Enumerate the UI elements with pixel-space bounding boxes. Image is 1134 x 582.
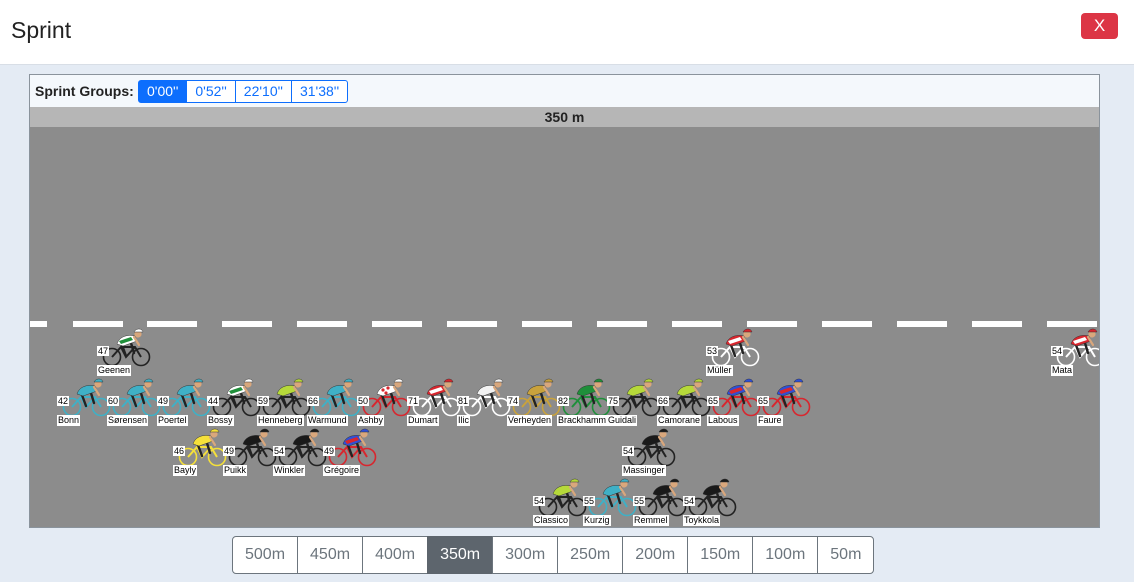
rider-name: Geenen bbox=[97, 365, 132, 376]
rider-name: Faure bbox=[757, 415, 783, 426]
rider-name: Ashby bbox=[357, 415, 385, 426]
rider-name: Dumart bbox=[407, 415, 439, 426]
rider-number: 54 bbox=[683, 496, 696, 506]
rider-number: 44 bbox=[207, 396, 220, 406]
rider-name: Kurzig bbox=[583, 515, 611, 526]
rider-name: Bossy bbox=[207, 415, 234, 426]
rider-name: Grégoire bbox=[323, 465, 361, 476]
rider-name: Verheyden bbox=[507, 415, 553, 426]
rider-number: 50 bbox=[357, 396, 370, 406]
rider-number: 55 bbox=[583, 496, 596, 506]
rider-name: Winkler bbox=[273, 465, 306, 476]
rider-name: Massinger bbox=[622, 465, 666, 476]
road-lane-marking bbox=[972, 321, 1022, 327]
rider-number: 54 bbox=[273, 446, 286, 456]
rider-name: Toykkola bbox=[683, 515, 721, 526]
road-lane-marking bbox=[897, 321, 947, 327]
rider[interactable]: 54 Toykkola bbox=[683, 477, 743, 526]
rider-number: 66 bbox=[657, 396, 670, 406]
rider-name: Mata bbox=[1051, 365, 1074, 376]
rider-name: Classico bbox=[533, 515, 570, 526]
sprint-group-button[interactable]: 0'00'' bbox=[138, 80, 188, 103]
rider-name: Müller bbox=[706, 365, 733, 376]
distance-button[interactable]: 300m bbox=[492, 536, 559, 574]
distance-button[interactable]: 450m bbox=[297, 536, 364, 574]
modal-title: Sprint bbox=[11, 17, 72, 43]
sprint-groups-label: Sprint Groups: bbox=[35, 83, 134, 99]
rider-number: 54 bbox=[533, 496, 546, 506]
sprint-panel: Sprint Groups: 0'00'' 0'52'' 22'10'' 31'38'… bbox=[29, 74, 1100, 528]
road-lane-marking bbox=[822, 321, 872, 327]
distance-button[interactable]: 200m bbox=[622, 536, 689, 574]
distance-header: 350 m bbox=[30, 107, 1099, 127]
distance-button[interactable]: 50m bbox=[817, 536, 875, 574]
rider[interactable]: 49 Grégoire bbox=[323, 427, 383, 476]
rider-number: 46 bbox=[173, 446, 186, 456]
road-lane-marking bbox=[297, 321, 347, 327]
distance-button[interactable]: 400m bbox=[362, 536, 429, 574]
rider-name: Remmel bbox=[633, 515, 669, 526]
rider-number: 74 bbox=[507, 396, 520, 406]
rider-number: 49 bbox=[157, 396, 170, 406]
rider-number: 81 bbox=[457, 396, 470, 406]
rider-number: 55 bbox=[633, 496, 646, 506]
rider-name: Warmund bbox=[307, 415, 348, 426]
rider-number: 49 bbox=[223, 446, 236, 456]
rider[interactable]: 54 Mata bbox=[1051, 327, 1099, 376]
rider-name: Puikk bbox=[223, 465, 248, 476]
rider-number: 66 bbox=[307, 396, 320, 406]
rider-name: Sørensen bbox=[107, 415, 149, 426]
distance-button[interactable]: 100m bbox=[752, 536, 819, 574]
distance-button[interactable]: 350m bbox=[427, 536, 494, 574]
rider[interactable]: 54 Massinger bbox=[622, 427, 682, 476]
rider-number: 53 bbox=[706, 346, 719, 356]
rider[interactable]: 47 Geenen bbox=[97, 327, 157, 376]
road-lane-marking bbox=[30, 321, 47, 327]
sprint-groups-bar: Sprint Groups: 0'00'' 0'52'' 22'10'' 31'38'… bbox=[30, 75, 1099, 107]
rider-number: 65 bbox=[757, 396, 770, 406]
road-lane-marking bbox=[222, 321, 272, 327]
road-lane-marking bbox=[372, 321, 422, 327]
rider-name: Bayly bbox=[173, 465, 198, 476]
rider-name: Ilic bbox=[457, 415, 470, 426]
road-lane-marking bbox=[447, 321, 497, 327]
rider-number: 71 bbox=[407, 396, 420, 406]
rider-number: 65 bbox=[707, 396, 720, 406]
rider-number: 42 bbox=[57, 396, 70, 406]
distance-selector: 500m 450m 400m 350m 300m 250m 200m 150m 100m 50m bbox=[232, 536, 875, 574]
rider[interactable]: 65 Faure bbox=[757, 377, 817, 426]
rider-name: Camorane bbox=[657, 415, 702, 426]
sprint-group-button[interactable]: 31'38'' bbox=[290, 80, 349, 103]
sprint-group-button[interactable]: 0'52'' bbox=[186, 80, 236, 103]
modal-header: Sprint X bbox=[0, 0, 1134, 65]
rider-name: Labous bbox=[707, 415, 739, 426]
close-button[interactable]: X bbox=[1081, 13, 1118, 39]
rider-name: Henneberg bbox=[257, 415, 304, 426]
rider-name: Bonn bbox=[57, 415, 81, 426]
sprint-group-buttons: 0'00'' 0'52'' 22'10'' 31'38'' bbox=[138, 80, 349, 103]
rider-number: 60 bbox=[107, 396, 120, 406]
rider[interactable]: 53 Müller bbox=[706, 327, 766, 376]
rider-number: 54 bbox=[1051, 346, 1064, 356]
rider-number: 59 bbox=[257, 396, 270, 406]
road-lane-marking bbox=[522, 321, 572, 327]
rider-name: Brackhamm bbox=[557, 415, 608, 426]
rider-name: Guidali bbox=[607, 415, 638, 426]
rider-number: 49 bbox=[323, 446, 336, 456]
rider-name: Poertel bbox=[157, 415, 188, 426]
rider-number: 47 bbox=[97, 346, 110, 356]
sprint-group-button[interactable]: 22'10'' bbox=[234, 80, 292, 103]
rider-number: 75 bbox=[607, 396, 620, 406]
distance-button[interactable]: 250m bbox=[557, 536, 624, 574]
rider-number: 82 bbox=[557, 396, 570, 406]
rider-number: 54 bbox=[622, 446, 635, 456]
distance-button[interactable]: 150m bbox=[687, 536, 754, 574]
race-road: 47 Geenen 53 Müller 54 Mata 42 Bonn 60 Sørensen 49… bbox=[30, 127, 1099, 527]
distance-button[interactable]: 500m bbox=[232, 536, 299, 574]
road-lane-marking bbox=[597, 321, 647, 327]
